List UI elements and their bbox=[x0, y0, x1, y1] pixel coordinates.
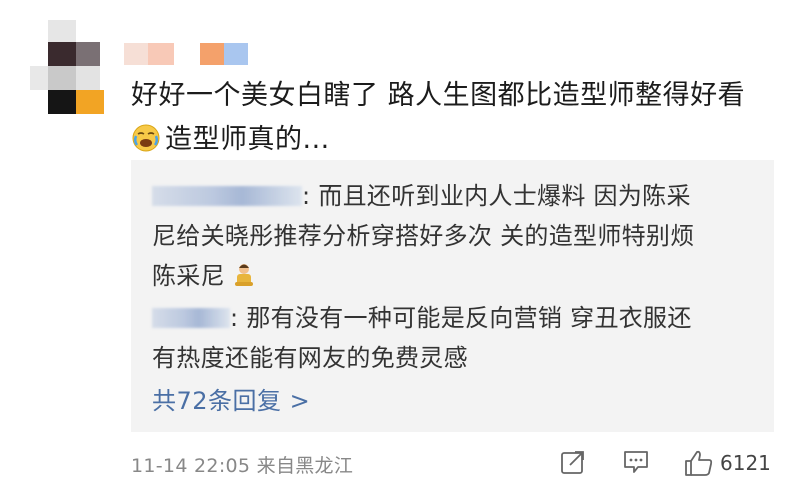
reply-text: 陈采尼 bbox=[152, 262, 225, 290]
reply-line: 陈采尼 bbox=[152, 256, 752, 296]
thumbs-up-icon bbox=[684, 449, 714, 477]
reply-box: : 而且还听到业内人士爆料 因为陈采 尼给关晓彤推荐分析穿搭好多次 关的造型师特… bbox=[131, 160, 774, 432]
reply-separator: : bbox=[230, 304, 247, 332]
reply-button[interactable] bbox=[622, 449, 650, 475]
reply-separator: : bbox=[302, 182, 319, 210]
reply-line: : 而且还听到业内人士爆料 因为陈采 bbox=[152, 176, 752, 216]
share-button[interactable] bbox=[560, 449, 586, 475]
reply-item: : 而且还听到业内人士爆料 因为陈采 尼给关晓彤推荐分析穿搭好多次 关的造型师特… bbox=[152, 176, 752, 296]
reply-line: 尼给关晓彤推荐分析穿搭好多次 关的造型师特别烦 bbox=[152, 222, 695, 250]
share-icon bbox=[560, 449, 586, 475]
reply-text: 而且还听到业内人士爆料 因为陈采 bbox=[318, 182, 691, 210]
reply-author-pixelated[interactable] bbox=[152, 308, 230, 328]
reply-line: 有热度还能有网友的免费灵感 bbox=[152, 344, 468, 372]
like-count: 6121 bbox=[720, 451, 771, 475]
comment-line-2-text: 造型师真的... bbox=[165, 124, 330, 155]
crying-face-icon bbox=[131, 123, 161, 153]
comment-icon bbox=[622, 449, 650, 475]
comment-line-2: 造型师真的... bbox=[131, 118, 781, 162]
comment-actions: 6121 bbox=[0, 449, 800, 479]
comment-text: 好好一个美女白瞎了 路人生图都比造型师整得好看 造型师真的... bbox=[131, 74, 781, 162]
reply-author-pixelated[interactable] bbox=[152, 186, 302, 206]
reply-item: : 那有没有一种可能是反向营销 穿丑衣服还 有热度还能有网友的免费灵感 bbox=[152, 298, 752, 378]
more-replies-link[interactable]: 共72条回复 > bbox=[152, 381, 310, 416]
reply-text: 那有没有一种可能是反向营销 穿丑衣服还 bbox=[246, 304, 692, 332]
avatar[interactable] bbox=[30, 20, 108, 116]
person-shrug-icon bbox=[233, 262, 255, 288]
username-pixelated[interactable] bbox=[124, 43, 254, 67]
reply-line: : 那有没有一种可能是反向营销 穿丑衣服还 bbox=[152, 298, 752, 338]
like-button[interactable]: 6121 bbox=[684, 449, 771, 477]
comment-line-1: 好好一个美女白瞎了 路人生图都比造型师整得好看 bbox=[131, 80, 746, 111]
